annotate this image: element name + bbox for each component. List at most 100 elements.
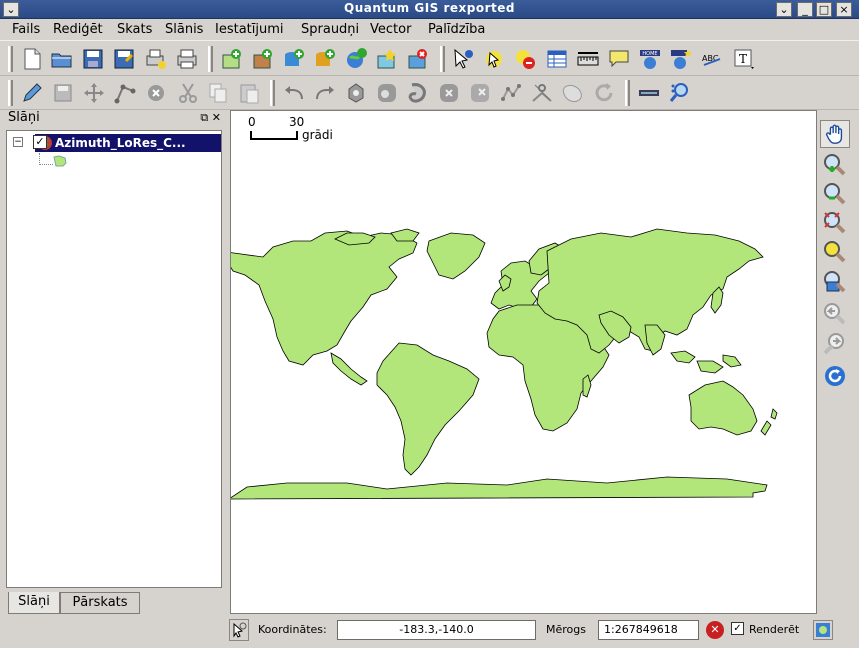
world-map[interactable]: 0 30 grādi <box>218 111 818 615</box>
node-tool-icon[interactable] <box>111 79 139 107</box>
redo-icon[interactable] <box>311 79 339 107</box>
print-new-icon[interactable] <box>142 45 170 73</box>
rotate-icon[interactable] <box>590 79 618 107</box>
select-icon[interactable] <box>480 45 508 73</box>
add-wms-icon[interactable] <box>342 45 370 73</box>
cut-icon[interactable] <box>174 79 202 107</box>
attribute-table-icon[interactable] <box>543 45 571 73</box>
add-island-icon[interactable] <box>373 79 401 107</box>
shade-icon[interactable]: ⌄ <box>776 2 792 17</box>
toolbar-grip[interactable] <box>270 80 275 106</box>
home-bookmark-icon[interactable]: HOME <box>636 45 664 73</box>
label-icon[interactable]: ABC <box>698 45 726 73</box>
menu-settings[interactable]: Iestatījumi <box>215 22 284 37</box>
layer-tree[interactable]: − ✓ Azimuth_LoRes_C... <box>6 130 222 588</box>
print-icon[interactable] <box>173 45 201 73</box>
refresh-icon[interactable] <box>820 362 850 390</box>
zoom-selection-icon[interactable] <box>820 268 850 296</box>
menu-view[interactable]: Skats <box>117 22 152 37</box>
add-raster-icon[interactable] <box>249 45 277 73</box>
open-project-icon[interactable] <box>48 45 76 73</box>
coordinates-label: Koordinātes: <box>258 623 327 636</box>
add-postgis-icon[interactable] <box>280 45 308 73</box>
scale-label: Mērogs <box>546 623 586 636</box>
new-vector-icon[interactable] <box>373 45 401 73</box>
toolbar-grip[interactable] <box>8 46 13 72</box>
coordinate-capture-icon[interactable] <box>229 619 249 641</box>
collapse-icon[interactable]: − <box>13 137 23 147</box>
land-polygons <box>218 228 778 500</box>
menu-vector[interactable]: Vector <box>370 22 411 37</box>
delete-ring-icon[interactable] <box>435 79 463 107</box>
menu-layer[interactable]: Slānis <box>165 22 203 37</box>
menu-edit[interactable]: Rediģēt <box>53 22 103 37</box>
undo-icon[interactable] <box>280 79 308 107</box>
layer-item[interactable]: Azimuth_LoRes_C... <box>35 134 221 152</box>
zoom-in-icon[interactable] <box>820 151 850 179</box>
zoom-next-icon[interactable] <box>820 330 850 358</box>
copy-icon[interactable] <box>204 79 232 107</box>
new-project-icon[interactable] <box>18 45 46 73</box>
menu-file[interactable]: Fails <box>12 22 40 37</box>
gps-icon[interactable] <box>635 79 663 107</box>
close-panel-icon[interactable]: ✕ <box>212 111 221 124</box>
render-checkbox[interactable]: ✓ <box>731 622 744 635</box>
deselect-icon[interactable] <box>511 45 539 73</box>
measure-line-icon[interactable] <box>574 45 602 73</box>
toolbar-grip[interactable] <box>440 46 445 72</box>
delete-part-icon[interactable] <box>466 79 494 107</box>
toolbar-grip[interactable] <box>8 80 13 106</box>
projection-icon[interactable] <box>813 620 833 640</box>
move-feature-icon[interactable] <box>80 79 108 107</box>
annotation-icon[interactable]: T <box>730 45 758 73</box>
menu-help[interactable]: Palīdzība <box>428 22 485 37</box>
toolbar-grip[interactable] <box>625 80 630 106</box>
save-project-icon[interactable] <box>79 45 107 73</box>
split-icon[interactable] <box>528 79 556 107</box>
paste-icon[interactable] <box>235 79 263 107</box>
file-toolbar: HOME ABC T <box>0 42 859 76</box>
pan-icon[interactable] <box>820 120 850 148</box>
scale-unit: grādi <box>302 128 333 142</box>
svg-text:T: T <box>739 52 747 66</box>
polygon-symbol-icon <box>53 155 67 167</box>
scale-field[interactable]: 1:267849618 <box>598 620 699 640</box>
delete-feature-icon[interactable] <box>142 79 170 107</box>
toggle-edit-icon[interactable] <box>18 79 46 107</box>
minimize-icon[interactable]: _ <box>797 2 813 17</box>
add-spatialite-icon[interactable] <box>311 45 339 73</box>
add-vector-icon[interactable] <box>218 45 246 73</box>
layer-visibility-checkbox[interactable]: ✓ <box>33 135 47 149</box>
title-bar: ⌄ Quantum GIS rexported ⌄ _ □ × <box>0 0 859 19</box>
svg-text:HOME: HOME <box>642 51 657 57</box>
zoom-layer-icon[interactable] <box>820 238 850 266</box>
map-canvas[interactable]: 0 30 grādi <box>218 110 818 615</box>
simplify-icon[interactable] <box>404 79 432 107</box>
tab-layers[interactable]: Slāņi <box>8 592 60 614</box>
add-ring-icon[interactable] <box>342 79 370 107</box>
save-as-icon[interactable] <box>110 45 138 73</box>
maximize-icon[interactable]: □ <box>816 2 832 17</box>
remove-layer-icon[interactable] <box>404 45 432 73</box>
map-tips-icon[interactable] <box>605 45 633 73</box>
status-bar: Koordinātes: -183.3,-140.0 Mērogs 1:2678… <box>0 617 859 648</box>
menu-plugins[interactable]: Spraudņi <box>301 22 359 37</box>
coordinates-field[interactable]: -183.3,-140.0 <box>337 620 536 640</box>
new-bookmark-icon[interactable] <box>667 45 695 73</box>
reshape-icon[interactable] <box>497 79 525 107</box>
float-icon[interactable]: ⧉ <box>200 111 208 124</box>
layers-panel: Slāņi ⧉ ✕ − ✓ Azimuth_LoRes_C... Slāņi P… <box>6 110 223 616</box>
tab-overview[interactable]: Pārskats <box>60 592 140 614</box>
render-label: Renderēt <box>749 623 800 636</box>
plugin-icon[interactable] <box>666 79 694 107</box>
zoom-out-icon[interactable] <box>820 180 850 208</box>
layer-name: Azimuth_LoRes_C... <box>55 136 186 150</box>
close-icon[interactable]: × <box>836 2 852 17</box>
merge-icon[interactable] <box>559 79 587 107</box>
zoom-full-icon[interactable] <box>820 209 850 237</box>
identify-icon[interactable] <box>449 45 477 73</box>
stop-render-icon[interactable]: ✕ <box>706 621 724 639</box>
toolbar-grip[interactable] <box>208 46 213 72</box>
save-edits-icon[interactable] <box>49 79 77 107</box>
zoom-last-icon[interactable] <box>820 300 850 328</box>
